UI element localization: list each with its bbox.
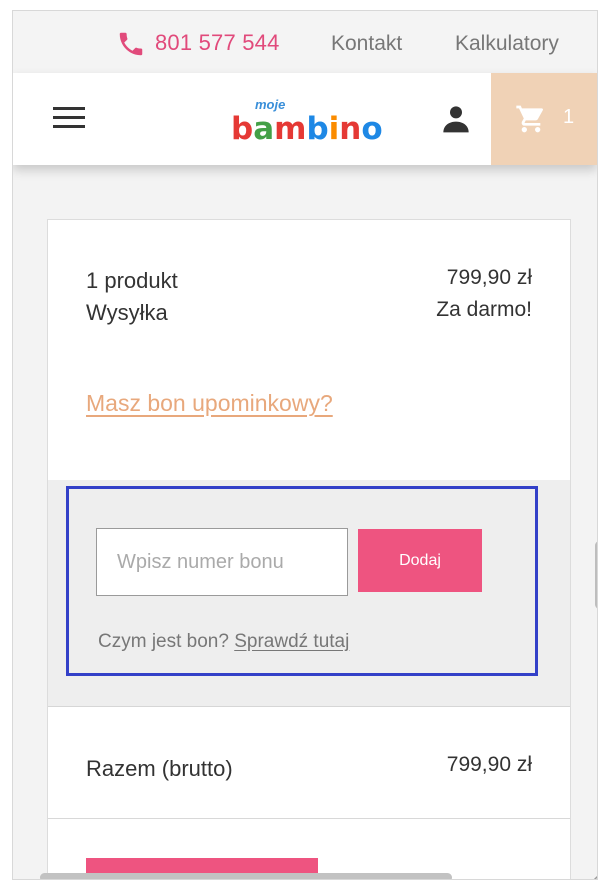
products-count-label: 1 produkt [86, 268, 178, 293]
total-value: 799,90 zł [446, 753, 532, 776]
voucher-code-input[interactable] [96, 528, 348, 596]
horizontal-scrollbar[interactable] [40, 873, 452, 879]
products-value: 799,90 zł [446, 266, 532, 289]
cart-button[interactable]: 1 [491, 73, 597, 165]
logo-letter: o [361, 111, 383, 147]
voucher-toggle-link[interactable]: Masz bon upominkowy? [86, 390, 333, 417]
voucher-help-text: Czym jest bon? [98, 631, 235, 652]
shipping-value: Za darmo! [436, 298, 532, 321]
top-contact-bar: 801 577 544 Kontakt Kalkulatory [13, 11, 597, 73]
order-summary-card: 1 produkt 799,90 zł Wysyłka Za darmo! Ma… [47, 219, 571, 879]
cart-icon [516, 105, 543, 133]
logo-letter: a [253, 111, 275, 147]
shipping-label: Wysyłka [86, 300, 168, 325]
contact-link[interactable]: Kontakt [331, 32, 402, 56]
user-icon[interactable] [440, 103, 472, 135]
phone-icon[interactable] [116, 29, 146, 59]
logo-letter: n [339, 111, 362, 147]
logo-letter: m [274, 111, 307, 147]
phone-number-link[interactable]: 801 577 544 [155, 30, 280, 56]
voucher-form-highlight: Dodaj Czym jest bon? Sprawdź tutaj [66, 486, 538, 676]
site-header: moje bambino 1 [13, 73, 597, 165]
site-logo[interactable]: moje bambino [231, 97, 391, 147]
logo-letter: b [231, 111, 254, 147]
logo-wordmark: bambino [231, 111, 383, 147]
hamburger-icon[interactable] [53, 107, 85, 131]
voucher-help-link[interactable]: Sprawdź tutaj [234, 631, 349, 652]
resize-grip-icon[interactable] [583, 865, 598, 880]
logo-letter: i [328, 111, 340, 147]
total-label: Razem (brutto) [86, 756, 233, 781]
voucher-help: Czym jest bon? Sprawdź tutaj [98, 631, 349, 653]
add-voucher-button[interactable]: Dodaj [358, 529, 482, 592]
logo-tagline: moje [255, 97, 286, 112]
logo-letter: b [306, 111, 329, 147]
viewport: 801 577 544 Kontakt Kalkulatory moje bam… [12, 10, 598, 880]
vertical-scrollbar[interactable] [595, 541, 597, 609]
divider [48, 818, 570, 819]
cart-count-badge: 1 [563, 106, 575, 128]
calculators-link[interactable]: Kalkulatory [455, 32, 559, 56]
voucher-section: Dodaj Czym jest bon? Sprawdź tutaj [48, 480, 570, 707]
